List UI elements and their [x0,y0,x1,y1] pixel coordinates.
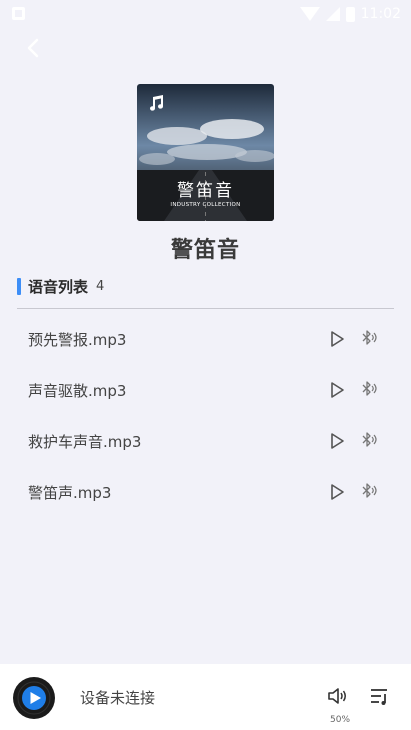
track-name: 救护车声音.mp3 [28,433,142,451]
back-button[interactable] [20,34,48,62]
bluetooth-play-icon[interactable] [360,380,380,400]
track-row[interactable]: 预先警报.mp3 [0,313,411,364]
track-row[interactable]: 救护车声音.mp3 [0,415,411,466]
track-row[interactable]: 声音驱散.mp3 [0,364,411,415]
music-note-icon [150,95,163,111]
list-label: 语音列表 [28,277,89,296]
bluetooth-play-icon[interactable] [360,329,380,349]
disc-play-button[interactable] [13,677,55,719]
album-cover: 警笛音 INDUSTRY COLLECTION [137,84,274,221]
track-name: 警笛声.mp3 [28,484,112,502]
volume-percent: 50% [330,715,351,725]
play-icon[interactable] [327,482,347,502]
track-row[interactable]: 警笛声.mp3 [0,466,411,517]
track-name: 声音驱散.mp3 [28,382,127,400]
track-name: 预先警报.mp3 [28,331,127,349]
notification-icon [12,7,25,20]
divider [17,308,394,309]
wifi-icon [299,7,320,21]
bluetooth-play-icon[interactable] [360,482,380,502]
play-icon[interactable] [327,380,347,400]
connection-status: 设备未连接 [80,689,156,707]
list-count: 4 [96,278,105,294]
playlist-icon[interactable] [368,685,390,707]
status-icons: 11:02 [299,3,401,25]
list-header-accent [17,277,21,295]
back-arrow-icon [27,38,39,58]
volume-icon[interactable] [326,685,348,707]
album-title: 警笛音 [170,238,240,263]
cover-title: 警笛音 [177,181,234,201]
bluetooth-play-icon[interactable] [360,431,380,451]
battery-icon [345,6,355,22]
status-time: 11:02 [360,6,401,22]
track-list: 预先警报.mp3 声音驱散.mp3 救护车声音.mp3 警笛声.mp3 [0,313,411,517]
cover-subtitle: INDUSTRY COLLECTION [170,202,241,208]
list-header: 语音列表 4 [17,276,104,296]
play-icon[interactable] [327,431,347,451]
signal-icon [325,7,340,21]
play-icon[interactable] [327,329,347,349]
mini-player: 设备未连接 50% [0,664,411,730]
status-bar: 11:02 [0,0,411,28]
